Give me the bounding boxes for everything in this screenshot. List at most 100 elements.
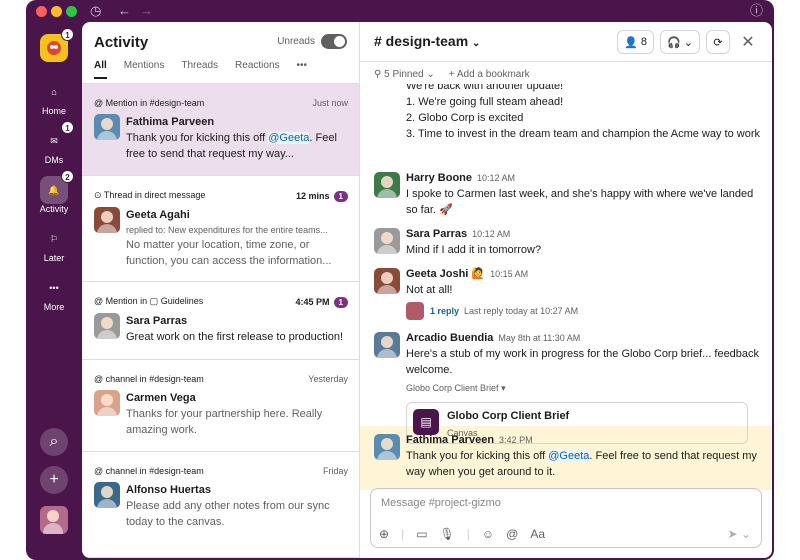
canvas-title: Globo Corp Client Brief: [447, 410, 570, 422]
composer-placeholder: Message #project-gizmo: [381, 497, 501, 509]
mention-icon[interactable]: @: [506, 527, 518, 541]
workspace-badge: 1: [61, 28, 74, 41]
message-line: We're back with another update!: [406, 84, 564, 92]
video-icon[interactable]: ▭: [416, 527, 427, 541]
close-window-button[interactable]: [36, 6, 47, 17]
tab-reactions[interactable]: Reactions: [235, 60, 279, 79]
minimize-window-button[interactable]: [51, 6, 62, 17]
format-icon[interactable]: Aa: [530, 527, 545, 541]
plus-icon: +: [448, 68, 455, 80]
reply-count[interactable]: 1 reply: [430, 303, 459, 319]
message-text: I spoke to Carmen last week, and she's h…: [406, 188, 754, 216]
tab-all[interactable]: All: [94, 60, 107, 79]
back-arrow-icon[interactable]: ←: [118, 3, 131, 19]
emoji-icon[interactable]: ☺: [482, 527, 494, 541]
unreads-toggle[interactable]: [321, 34, 347, 49]
canvas-button[interactable]: ⟳: [706, 30, 730, 54]
message-sender[interactable]: Arcadio Buendia: [406, 332, 493, 344]
item-sender: Fathima Parveen: [126, 116, 215, 128]
list-item[interactable]: @ channel in #design-team Friday Alfonso …: [82, 452, 359, 558]
search-icon[interactable]: ⌕: [40, 428, 68, 456]
microphone-icon[interactable]: 🎙: [440, 527, 455, 541]
chevron-down-icon: ⌄: [683, 36, 693, 49]
message[interactable]: Sara Parras 10:12 AM Mind if I add it in …: [374, 226, 764, 258]
list-item[interactable]: @ Mention in #design-team Just now Fathim…: [82, 84, 359, 176]
message-sender[interactable]: Geeta Joshi: [406, 268, 468, 280]
thread-replies[interactable]: 1 reply Last reply today at 10:27 AM: [406, 302, 764, 320]
rail-label-dms: DMs: [44, 155, 64, 165]
user-avatar[interactable]: [40, 506, 68, 534]
activity-panel: Activity Unreads All Mentions Threads Re…: [82, 22, 360, 558]
avatar: [94, 207, 120, 233]
workspace-logo[interactable]: 1: [40, 28, 74, 62]
tab-mentions[interactable]: Mentions: [124, 60, 165, 79]
tab-more[interactable]: •••: [297, 60, 308, 79]
rail-item-later[interactable]: ⚐ Later: [26, 225, 82, 264]
help-icon[interactable]: ⓘ: [750, 3, 763, 19]
pinned-button[interactable]: ⚲ 5 Pinned ⌄: [374, 69, 435, 80]
message[interactable]: Geeta Joshi 🙋 10:15 AM Not at all! 1 repl…: [374, 266, 764, 320]
bookmark-icon: ⚐: [49, 233, 59, 244]
add-icon[interactable]: +: [40, 466, 68, 494]
members-button[interactable]: 👤 8: [617, 30, 655, 54]
list-item[interactable]: ⊙ Thread in direct message 12 mins 1 Geeta…: [82, 176, 359, 282]
avatar: [374, 228, 400, 254]
title-bar: ◷ ← → ⓘ: [26, 0, 774, 22]
item-sender: Alfonso Huertas: [126, 484, 211, 496]
message-list: We're back with another update! 1. We're…: [360, 84, 772, 504]
workspace-logo-icon: [47, 41, 61, 55]
item-preview: No matter your location, time zone, or f…: [126, 239, 332, 267]
bell-icon: 🔔 2: [40, 170, 74, 204]
rail-item-activity[interactable]: 🔔 2 Activity: [26, 170, 82, 214]
composer-toolbar: ⊕ | ▭ 🎙 | ☺ @ Aa: [379, 527, 546, 541]
item-time: 4:45 PM 1: [296, 296, 348, 308]
item-sender: Geeta Agahi: [126, 209, 190, 221]
channel-name[interactable]: # design-team ⌄: [374, 33, 480, 49]
rail-item-dms[interactable]: ✉ 1 DMs: [26, 121, 82, 165]
member-count: 8: [640, 36, 648, 48]
activity-tabs: All Mentions Threads Reactions •••: [94, 60, 307, 79]
message-composer[interactable]: Message #project-gizmo ⊕ | ▭ 🎙 | ☺ @ Aa …: [370, 488, 762, 548]
person-icon: 👤: [624, 36, 638, 49]
send-icon[interactable]: ➤ ⌄: [728, 527, 751, 541]
bookmarks-bar: ⚲ 5 Pinned ⌄ + Add a bookmark: [374, 62, 530, 86]
item-context: @ channel in #design-team: [94, 466, 204, 476]
rail-label-more: More: [43, 302, 65, 312]
rail-label-activity: Activity: [39, 204, 69, 214]
list-item[interactable]: @ Mention in ▢ Guidelines 4:45 PM 1 Sara P…: [82, 282, 359, 360]
history-icon[interactable]: ◷: [90, 3, 101, 19]
rail-item-home[interactable]: ⌂ Home: [26, 78, 82, 116]
forward-arrow-icon[interactable]: →: [140, 3, 153, 19]
item-preview: Great work on the first release to produ…: [126, 331, 344, 343]
plus-icon[interactable]: ⊕: [379, 527, 389, 541]
item-context: @ Mention in #design-team: [94, 98, 205, 108]
message[interactable]: Fathima Parveen 3:42 PM Thank you for kic…: [374, 432, 764, 480]
message-time: May 8th at 11:30 AM: [498, 333, 581, 343]
huddle-button[interactable]: 🎧 ⌄: [660, 30, 700, 54]
message-time: 10:12 AM: [477, 173, 516, 183]
close-icon[interactable]: ✕: [736, 30, 760, 54]
item-time: Friday: [322, 466, 348, 476]
attachment-label[interactable]: Globo Corp Client Brief ▾: [406, 380, 764, 396]
tab-threads[interactable]: Threads: [181, 60, 218, 79]
rail-item-more[interactable]: ••• More: [26, 274, 82, 312]
pin-icon: ⚲: [374, 68, 382, 80]
item-preview: Please add any other notes from our sync…: [126, 500, 330, 528]
add-bookmark-button[interactable]: + Add a bookmark: [449, 69, 530, 80]
message-sender[interactable]: Fathima Parveen: [406, 434, 494, 446]
message-sender[interactable]: Harry Boone: [406, 172, 472, 184]
workspace-rail: 1 ⌂ Home ✉ 1 DMs 🔔 2 Activity ⚐ Later ••• …: [26, 22, 82, 560]
message-text: Not at all!: [406, 284, 453, 296]
avatar: [94, 482, 120, 508]
avatar: [94, 390, 120, 416]
message[interactable]: Harry Boone 10:12 AM I spoke to Carmen la…: [374, 170, 764, 218]
home-icon: ⌂: [51, 87, 57, 97]
panel-title: Activity: [94, 34, 149, 51]
activity-badge: 2: [61, 170, 74, 183]
message-sender[interactable]: Sara Parras: [406, 228, 467, 240]
zoom-window-button[interactable]: [66, 6, 77, 17]
message-line: 3. Time to invest in the dream team and …: [406, 128, 761, 140]
message[interactable]: Arcadio Buendia May 8th at 11:30 AM Here'…: [374, 330, 764, 444]
list-item[interactable]: @ channel in #design-team Yesterday Carme…: [82, 360, 359, 452]
item-preview: Thanks for your partnership here. Really…: [126, 408, 323, 436]
